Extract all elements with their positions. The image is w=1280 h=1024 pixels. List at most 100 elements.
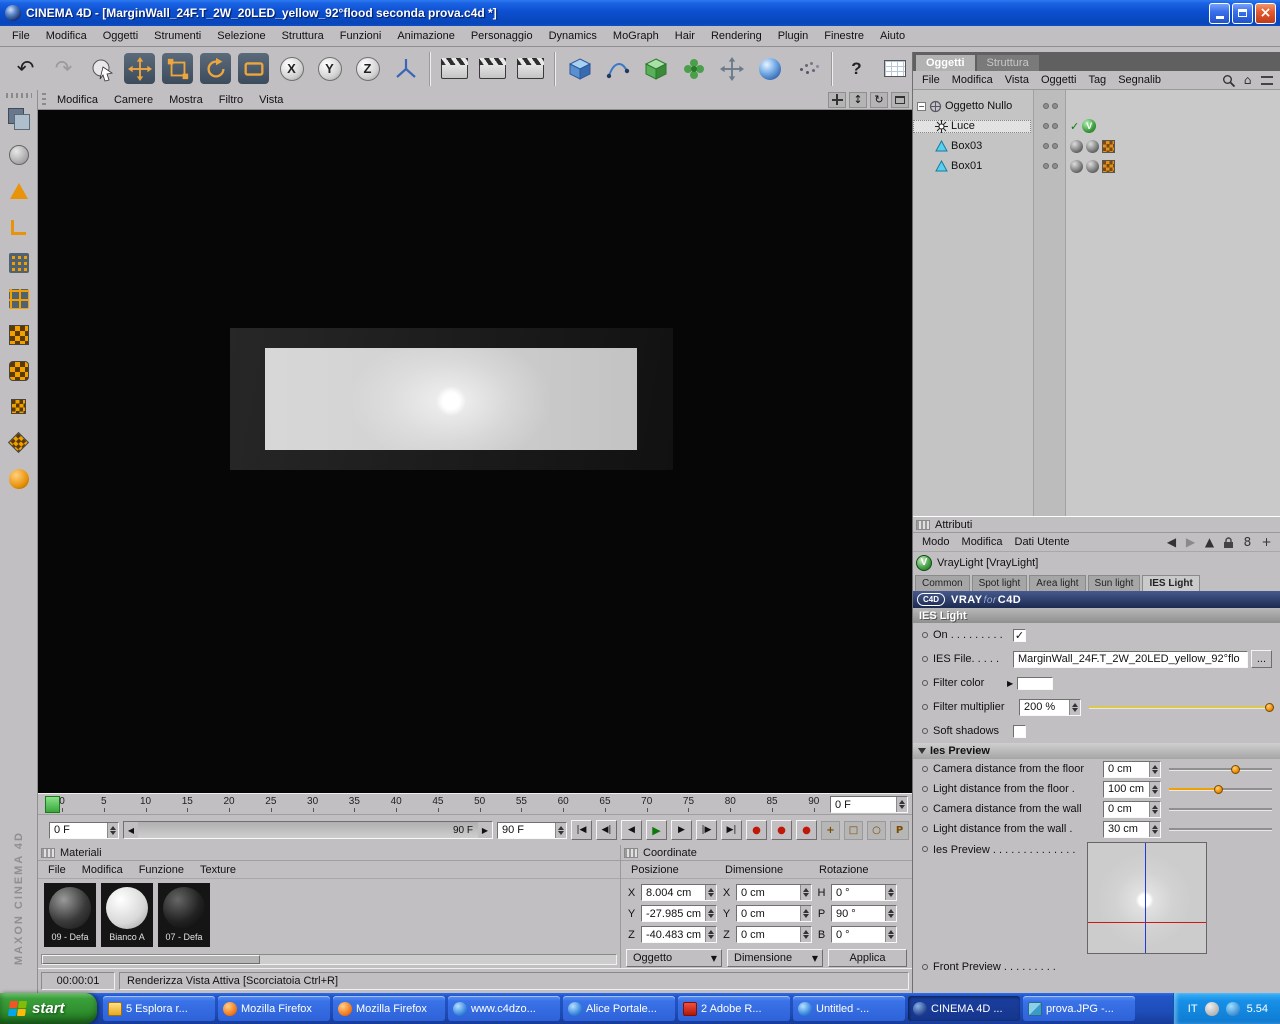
- scale-tool-button[interactable]: [159, 50, 196, 88]
- materials-menu-texture[interactable]: Texture: [192, 861, 244, 879]
- menu-dynamics[interactable]: Dynamics: [541, 27, 605, 45]
- add-scene-object-button[interactable]: [751, 50, 788, 88]
- help-button[interactable]: ?: [838, 50, 875, 88]
- last-tool-button[interactable]: [235, 50, 272, 88]
- menu-finestre[interactable]: Finestre: [816, 27, 872, 45]
- taskbar-item-adobe[interactable]: 2 Adobe R...: [678, 996, 790, 1021]
- filter-multiplier-slider[interactable]: [1089, 702, 1274, 712]
- taskbar-item-firefox-1[interactable]: Mozilla Firefox: [218, 996, 330, 1021]
- lock-z-axis-button[interactable]: Z: [349, 50, 386, 88]
- history-forward-button[interactable]: ▶: [1183, 535, 1198, 550]
- previous-frame-button[interactable]: ◀: [621, 820, 642, 840]
- live-selection-button[interactable]: [83, 50, 120, 88]
- window-titlebar[interactable]: CINEMA 4D - [MarginWall_24F.T_2W_20LED_y…: [0, 0, 1280, 26]
- dimension-mode-dropdown[interactable]: Dimensione ▼: [727, 949, 823, 967]
- tree-row-box01[interactable]: Box01: [913, 156, 1280, 176]
- camera-wall-slider[interactable]: [1169, 807, 1272, 811]
- light-wall-slider[interactable]: [1169, 827, 1272, 831]
- tab-sun-light[interactable]: Sun light: [1087, 575, 1141, 591]
- frame-spinner[interactable]: [896, 797, 907, 812]
- attr-menu-modo[interactable]: Modo: [916, 534, 956, 550]
- rotate-tool-button[interactable]: [197, 50, 234, 88]
- editor-visibility-dot[interactable]: [1042, 143, 1049, 149]
- tray-app-icon[interactable]: [1204, 1001, 1219, 1016]
- record-rotation-toggle[interactable]: ○: [867, 820, 886, 840]
- camera-floor-slider[interactable]: [1169, 764, 1272, 774]
- pos-x-field[interactable]: 8.004 cm: [641, 884, 717, 901]
- camera-wall-field[interactable]: 0 cm: [1103, 800, 1161, 818]
- om-menu-oggetti[interactable]: Oggetti: [1035, 72, 1082, 88]
- points-mode-button[interactable]: [3, 247, 35, 278]
- add-generator-button[interactable]: [637, 50, 674, 88]
- spinner[interactable]: [885, 885, 896, 900]
- viewport-menu-filtro[interactable]: Filtro: [211, 91, 251, 109]
- viewport-menu-modifica[interactable]: Modifica: [49, 91, 106, 109]
- light-floor-field[interactable]: 100 cm: [1103, 780, 1161, 798]
- toggle-view-button[interactable]: [891, 91, 909, 108]
- editor-visibility-dot[interactable]: [1042, 123, 1049, 129]
- lock-button[interactable]: [1221, 535, 1236, 550]
- next-key-button[interactable]: |▶: [696, 820, 717, 840]
- menu-hair[interactable]: Hair: [667, 27, 703, 45]
- dim-x-field[interactable]: 0 cm: [736, 884, 812, 901]
- lock-x-axis-button[interactable]: X: [273, 50, 310, 88]
- next-frame-button[interactable]: ▶: [671, 820, 692, 840]
- timeline-ruler[interactable]: 0 5 10 15 20 25 30 35 40 45 50 55 60 65 …: [38, 793, 912, 815]
- taskbar-item-alice[interactable]: Alice Portale...: [563, 996, 675, 1021]
- add-particles-button[interactable]: [789, 50, 826, 88]
- menu-mograph[interactable]: MoGraph: [605, 27, 667, 45]
- tab-common[interactable]: Common: [915, 575, 970, 591]
- edges-mode-button[interactable]: [3, 283, 35, 314]
- render-visibility-dot[interactable]: [1051, 123, 1058, 129]
- materials-scrollbar[interactable]: [41, 954, 617, 965]
- object-axis-button[interactable]: [3, 211, 35, 242]
- om-menu-vista[interactable]: Vista: [999, 72, 1035, 88]
- tab-spot-light[interactable]: Spot light: [971, 575, 1028, 591]
- make-editable-button[interactable]: [3, 103, 35, 134]
- slider-handle[interactable]: [1230, 764, 1240, 774]
- rot-b-field[interactable]: 0 °: [831, 926, 897, 943]
- panel-menu-button[interactable]: [1259, 73, 1274, 88]
- record-keyframe-button[interactable]: ●: [746, 820, 767, 840]
- ies-file-field[interactable]: MarginWall_24F.T_2W_20LED_yellow_92°flo: [1013, 650, 1248, 668]
- material-thumbnail[interactable]: 07 - Defa: [158, 883, 210, 947]
- move-tool-button[interactable]: [121, 50, 158, 88]
- viewport-menu-camere[interactable]: Camere: [106, 91, 161, 109]
- attr-menu-dati-utente[interactable]: Dati Utente: [1009, 534, 1076, 550]
- restore-button[interactable]: [1232, 2, 1253, 24]
- spinner[interactable]: [800, 885, 811, 900]
- soft-shadows-checkbox[interactable]: [1013, 724, 1026, 738]
- tray-network-icon[interactable]: [1225, 1001, 1240, 1016]
- enabled-check-icon[interactable]: ✓: [1070, 120, 1079, 133]
- viewport-menu-grip[interactable]: [42, 92, 46, 107]
- pos-z-field[interactable]: -40.483 cm: [641, 926, 717, 943]
- om-menu-file[interactable]: File: [916, 72, 946, 88]
- menu-animazione[interactable]: Animazione: [389, 27, 462, 45]
- dim-z-field[interactable]: 0 cm: [736, 926, 812, 943]
- previous-key-button[interactable]: ◀|: [596, 820, 617, 840]
- materials-menu-file[interactable]: File: [40, 861, 74, 879]
- spinner[interactable]: [800, 906, 811, 921]
- menu-aiuto[interactable]: Aiuto: [872, 27, 913, 45]
- slider-handle[interactable]: [1264, 702, 1274, 712]
- attributes-panel-grip[interactable]: [916, 519, 930, 530]
- on-checkbox[interactable]: ✓: [1013, 628, 1026, 642]
- menu-oggetti[interactable]: Oggetti: [95, 27, 146, 45]
- render-viewport[interactable]: [38, 110, 912, 793]
- taskbar-item-firefox-2[interactable]: Mozilla Firefox: [333, 996, 445, 1021]
- material-tag-icon[interactable]: [1086, 139, 1099, 153]
- tab-area-light[interactable]: Area light: [1029, 575, 1086, 591]
- redo-button[interactable]: ↷: [45, 50, 82, 88]
- render-view-button[interactable]: [436, 50, 473, 88]
- goto-end-button[interactable]: ▶|: [721, 820, 742, 840]
- home-button[interactable]: ⌂: [1240, 73, 1255, 88]
- vray-light-tag-icon[interactable]: V: [1082, 119, 1097, 133]
- menu-plugin[interactable]: Plugin: [770, 27, 817, 45]
- lock-y-axis-button[interactable]: Y: [311, 50, 348, 88]
- range-left-arrow-icon[interactable]: ◀: [124, 822, 138, 838]
- spinner[interactable]: [1069, 699, 1080, 715]
- material-thumbnail[interactable]: Bianco A: [101, 883, 153, 947]
- taskbar-item-cinema4d[interactable]: CINEMA 4D ...: [908, 996, 1020, 1021]
- uvw-tag-icon[interactable]: [1102, 159, 1115, 173]
- rot-p-field[interactable]: 90 °: [831, 905, 897, 922]
